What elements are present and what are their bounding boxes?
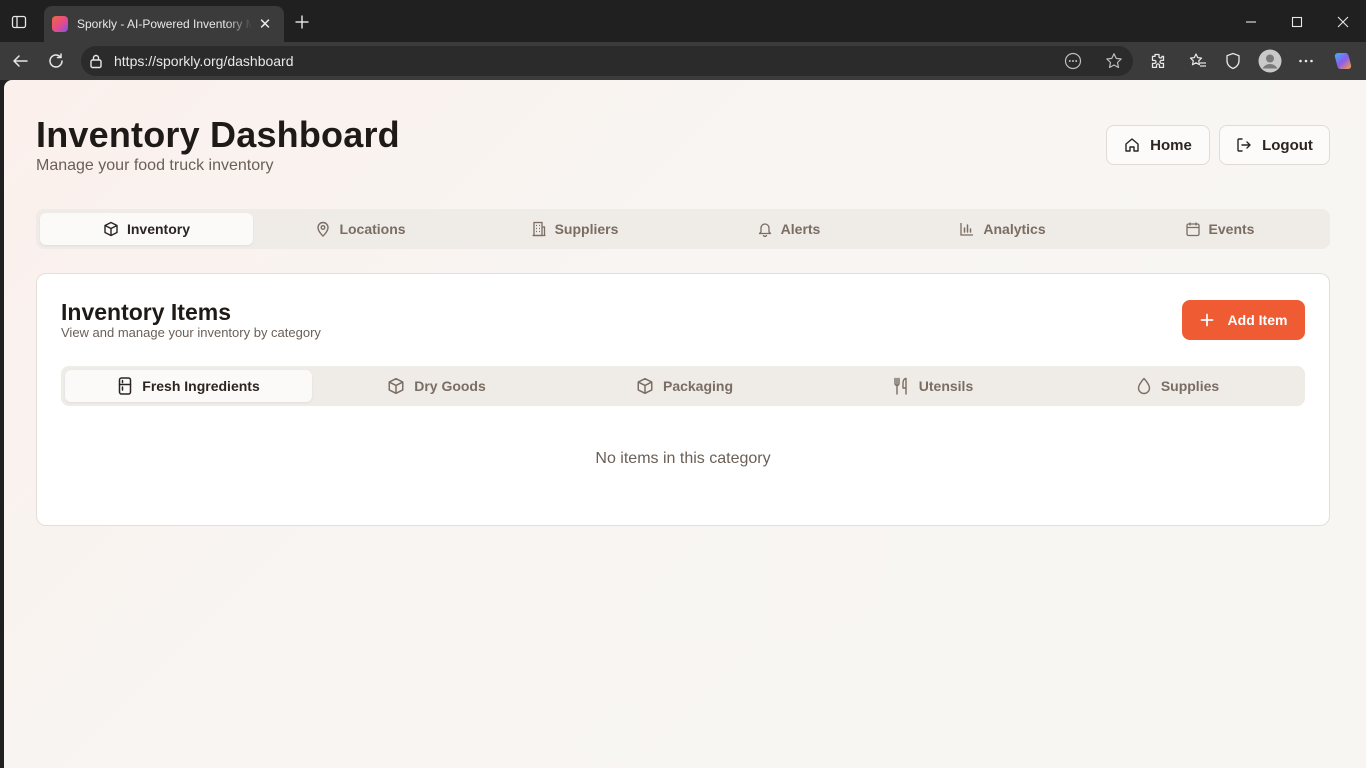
category-label: Supplies <box>1160 378 1220 394</box>
category-label: Packaging <box>662 378 734 394</box>
building-icon <box>532 221 546 237</box>
maximize-icon[interactable] <box>1274 8 1320 36</box>
refrigerator-icon <box>119 377 132 395</box>
tab-locations[interactable]: Locations <box>254 213 467 245</box>
page-subtitle: Manage your food truck inventory <box>36 157 274 174</box>
category-label: Dry Goods <box>414 378 486 394</box>
lock-icon[interactable] <box>89 53 103 74</box>
home-button-label: Home <box>1150 136 1192 154</box>
tab-label: Suppliers <box>554 221 619 237</box>
sporkly-favicon-icon <box>52 16 68 32</box>
address-bar[interactable]: https://sporkly.org/dashboard <box>81 46 1133 76</box>
tab-events[interactable]: Events <box>1113 213 1326 245</box>
logout-button-label: Logout <box>1262 136 1313 154</box>
tab-label: Locations <box>339 221 406 237</box>
category-tabs: Fresh Ingredients Dry Goods Packaging Ut… <box>61 366 1305 406</box>
logout-button[interactable]: Logout <box>1219 125 1330 165</box>
card-subtitle: View and manage your inventory by catego… <box>61 325 321 340</box>
tab-suppliers[interactable]: Suppliers <box>468 213 681 245</box>
card-title: Inventory Items <box>61 299 231 325</box>
favorite-star-icon[interactable] <box>1102 49 1126 73</box>
copilot-icon[interactable] <box>1331 49 1355 73</box>
tab-dry-goods[interactable]: Dry Goods <box>313 370 560 402</box>
tab-packaging[interactable]: Packaging <box>561 370 808 402</box>
logout-icon <box>1237 138 1251 152</box>
url-text: https://sporkly.org/dashboard <box>114 53 294 69</box>
tab-analytics[interactable]: Analytics <box>896 213 1109 245</box>
more-page-icon[interactable] <box>1061 49 1085 73</box>
tab-fresh-ingredients[interactable]: Fresh Ingredients <box>65 370 312 402</box>
tab-alerts[interactable]: Alerts <box>682 213 895 245</box>
utensils-icon <box>894 377 907 395</box>
category-label: Fresh Ingredients <box>142 378 260 394</box>
browser-toolbar: https://sporkly.org/dashboard <box>0 42 1366 80</box>
favorites-icon[interactable] <box>1186 49 1210 73</box>
tab-actions-icon[interactable] <box>8 11 30 33</box>
calendar-icon <box>1185 222 1200 237</box>
bar-chart-icon <box>960 223 974 236</box>
main-tabs: Inventory Locations Suppliers Alerts Ana… <box>36 209 1330 249</box>
plus-icon <box>1200 313 1213 327</box>
new-tab-button[interactable] <box>290 10 314 34</box>
tab-label: Analytics <box>983 221 1046 237</box>
refresh-icon[interactable] <box>44 49 68 73</box>
tab-close-icon[interactable]: ✕ <box>256 15 274 33</box>
empty-state-message: No items in this category <box>595 450 771 467</box>
package-icon <box>388 377 404 395</box>
tab-supplies[interactable]: Supplies <box>1054 370 1301 402</box>
tab-inventory[interactable]: Inventory <box>40 213 253 245</box>
tab-title: Sporkly - AI-Powered Inventory Managemen… <box>77 17 252 31</box>
home-button[interactable]: Home <box>1106 125 1210 165</box>
page-title: Inventory Dashboard <box>36 114 400 155</box>
home-icon <box>1125 138 1139 152</box>
extensions-icon[interactable] <box>1145 49 1169 73</box>
menu-dots-icon[interactable] <box>1294 49 1318 73</box>
bell-icon <box>758 223 771 237</box>
package-icon <box>637 377 653 395</box>
minimize-icon[interactable] <box>1228 8 1274 36</box>
shield-icon[interactable] <box>1221 49 1245 73</box>
add-item-label: Add Item <box>1227 312 1288 328</box>
package-icon <box>104 221 118 237</box>
category-label: Utensils <box>918 378 974 394</box>
browser-titlebar: Sporkly - AI-Powered Inventory Managemen… <box>0 0 1366 42</box>
browser-tab[interactable]: Sporkly - AI-Powered Inventory Managemen… <box>44 6 284 42</box>
inventory-card: Inventory Items View and manage your inv… <box>36 273 1330 526</box>
add-item-button[interactable]: Add Item <box>1182 300 1305 340</box>
tab-label: Events <box>1208 221 1255 237</box>
profile-icon[interactable] <box>1258 49 1282 73</box>
map-pin-icon <box>317 221 330 237</box>
page-viewport: Inventory Dashboard Manage your food tru… <box>4 80 1366 768</box>
tab-label: Alerts <box>780 221 821 237</box>
droplet-icon <box>1137 377 1151 395</box>
tab-utensils[interactable]: Utensils <box>809 370 1056 402</box>
close-icon[interactable] <box>1320 8 1366 36</box>
back-icon[interactable] <box>8 49 32 73</box>
tab-label: Inventory <box>126 221 190 237</box>
